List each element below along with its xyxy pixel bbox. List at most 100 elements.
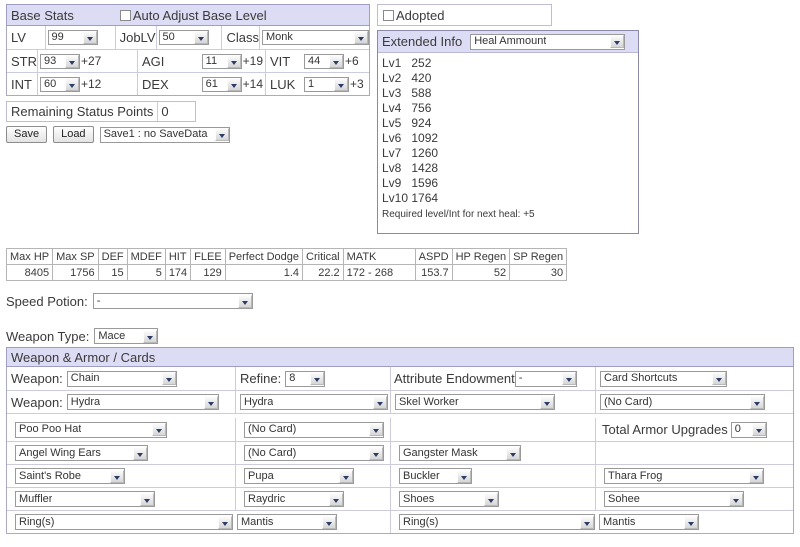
chevron-down-icon[interactable] — [65, 54, 79, 68]
class-field[interactable]: Monk — [259, 26, 369, 49]
checkbox-icon[interactable] — [119, 9, 131, 21]
chevron-down-icon[interactable] — [610, 35, 625, 48]
chevron-down-icon[interactable] — [369, 446, 383, 460]
chevron-down-icon[interactable] — [140, 492, 154, 506]
headgear-mid-card-select[interactable]: (No Card) — [244, 445, 384, 461]
weapon-card3-select[interactable]: Skel Worker — [395, 394, 555, 410]
dex-field[interactable]: 61 +14 — [185, 73, 265, 95]
shield-select[interactable]: Buckler — [399, 468, 472, 484]
attribute-endowment-select[interactable]: - — [514, 370, 577, 387]
extended-info-select[interactable]: Heal Ammount — [470, 33, 626, 50]
dex-select[interactable]: 61 — [201, 76, 242, 92]
shoes-select[interactable]: Shoes — [399, 491, 499, 507]
chevron-down-icon[interactable] — [457, 469, 471, 483]
chevron-down-icon[interactable] — [369, 423, 383, 436]
accessory1-card-select[interactable]: Mantis — [237, 514, 337, 530]
weapon-card4-select[interactable]: (No Card) — [600, 394, 765, 410]
chevron-down-icon[interactable] — [226, 77, 241, 91]
int-select[interactable]: 60 — [40, 76, 80, 92]
class-select[interactable]: Monk — [262, 30, 369, 45]
garment-select[interactable]: Muffler — [15, 491, 155, 507]
accessory1-select[interactable]: Ring(s) — [15, 514, 233, 530]
chevron-down-icon[interactable] — [218, 515, 232, 529]
col-max-sp: Max SP — [52, 248, 99, 265]
lv-select[interactable]: 99 — [47, 30, 98, 45]
adopted-checkbox-row[interactable]: Adopted — [377, 4, 552, 26]
weapon-card1-select[interactable]: Hydra — [66, 394, 219, 410]
joblv-field[interactable]: 50 — [155, 26, 222, 49]
weapon-select[interactable]: Chain — [66, 370, 177, 387]
chevron-down-icon[interactable] — [506, 446, 520, 460]
card-shortcuts-select[interactable]: Card Shortcuts — [600, 370, 727, 387]
chevron-down-icon[interactable] — [484, 492, 498, 506]
accessory2-cell: Ring(s) — [390, 511, 595, 533]
chevron-down-icon[interactable] — [339, 469, 353, 483]
armor-card-select[interactable]: Pupa — [244, 468, 354, 484]
chevron-down-icon[interactable] — [540, 395, 554, 409]
weapon-type-select[interactable]: Mace — [94, 328, 159, 344]
refine-select[interactable]: 8 — [285, 370, 326, 387]
chevron-down-icon[interactable] — [203, 395, 218, 409]
save-slot-select[interactable]: Save1 : no SaveData — [99, 126, 230, 143]
chevron-down-icon[interactable] — [751, 423, 766, 436]
headgear-mid-card-cell: (No Card) — [235, 442, 390, 464]
chevron-down-icon[interactable] — [712, 372, 726, 385]
str-select[interactable]: 93 — [40, 53, 80, 69]
chevron-down-icon[interactable] — [580, 515, 594, 529]
vit-select[interactable]: 44 — [304, 53, 344, 69]
accessory2-select[interactable]: Ring(s) — [399, 514, 595, 530]
chevron-down-icon[interactable] — [684, 515, 698, 529]
col-def: DEF — [97, 248, 128, 265]
chevron-down-icon[interactable] — [237, 294, 252, 308]
agi-select[interactable]: 11 — [201, 53, 242, 69]
headgear-top-card-select[interactable]: (No Card) — [244, 421, 384, 438]
chevron-down-icon[interactable] — [65, 77, 79, 91]
headgear-mid-select[interactable]: Angel Wing Ears — [15, 445, 148, 461]
checkbox-icon[interactable] — [383, 9, 394, 21]
chevron-down-icon[interactable] — [310, 372, 325, 385]
speed-potion-select[interactable]: - — [92, 293, 253, 309]
weapon-type-row: Weapon Type: Mace — [6, 328, 159, 344]
auto-adjust-base-level-checkbox[interactable]: Auto Adjust Base Level — [119, 8, 267, 23]
int-field[interactable]: 60 +12 — [37, 73, 137, 95]
str-field[interactable]: 93 +27 — [37, 50, 137, 72]
accessory2-card-select[interactable]: Mantis — [599, 514, 699, 530]
chevron-down-icon[interactable] — [193, 31, 208, 44]
headgear-low-select[interactable]: Gangster Mask — [399, 445, 521, 461]
chevron-down-icon[interactable] — [322, 515, 336, 529]
save-button[interactable]: Save — [6, 126, 48, 143]
chevron-down-icon[interactable] — [329, 492, 343, 506]
luk-select[interactable]: 1 — [304, 76, 349, 92]
chevron-down-icon[interactable] — [329, 54, 343, 68]
chevron-down-icon[interactable] — [143, 329, 158, 343]
agi-field[interactable]: 11 +19 — [185, 50, 265, 72]
chevron-down-icon[interactable] — [133, 446, 147, 460]
chevron-down-icon[interactable] — [749, 469, 763, 483]
chevron-down-icon[interactable] — [373, 395, 387, 409]
chevron-down-icon[interactable] — [750, 395, 764, 409]
joblv-select[interactable]: 50 — [158, 30, 209, 45]
vit-field[interactable]: 44 +6 — [302, 50, 369, 72]
chevron-down-icon[interactable] — [561, 372, 576, 385]
armor-select[interactable]: Saint's Robe — [15, 468, 125, 484]
chevron-down-icon[interactable] — [334, 77, 348, 91]
list-item: Lv7 1260 — [382, 146, 439, 160]
luk-field[interactable]: 1 +3 — [302, 73, 369, 95]
chevron-down-icon[interactable] — [354, 31, 368, 44]
chevron-down-icon[interactable] — [214, 128, 229, 141]
list-item: Lv9 1596 — [382, 176, 439, 190]
chevron-down-icon[interactable] — [82, 31, 97, 44]
garment-card-select[interactable]: Raydric — [244, 491, 344, 507]
lv-field[interactable]: 99 — [44, 26, 115, 49]
shield-card-select[interactable]: Thara Frog — [604, 468, 764, 484]
shoes-card-select[interactable]: Sohee — [604, 491, 744, 507]
chevron-down-icon[interactable] — [161, 372, 176, 385]
chevron-down-icon[interactable] — [226, 54, 241, 68]
chevron-down-icon[interactable] — [110, 469, 124, 483]
load-button[interactable]: Load — [53, 126, 94, 143]
chevron-down-icon[interactable] — [152, 423, 166, 436]
headgear-top-select[interactable]: Poo Poo Hat — [15, 421, 167, 438]
total-armor-upgrades-select[interactable]: 0 — [730, 421, 767, 438]
chevron-down-icon[interactable] — [729, 492, 743, 506]
weapon-card2-select[interactable]: Hydra — [240, 394, 388, 410]
